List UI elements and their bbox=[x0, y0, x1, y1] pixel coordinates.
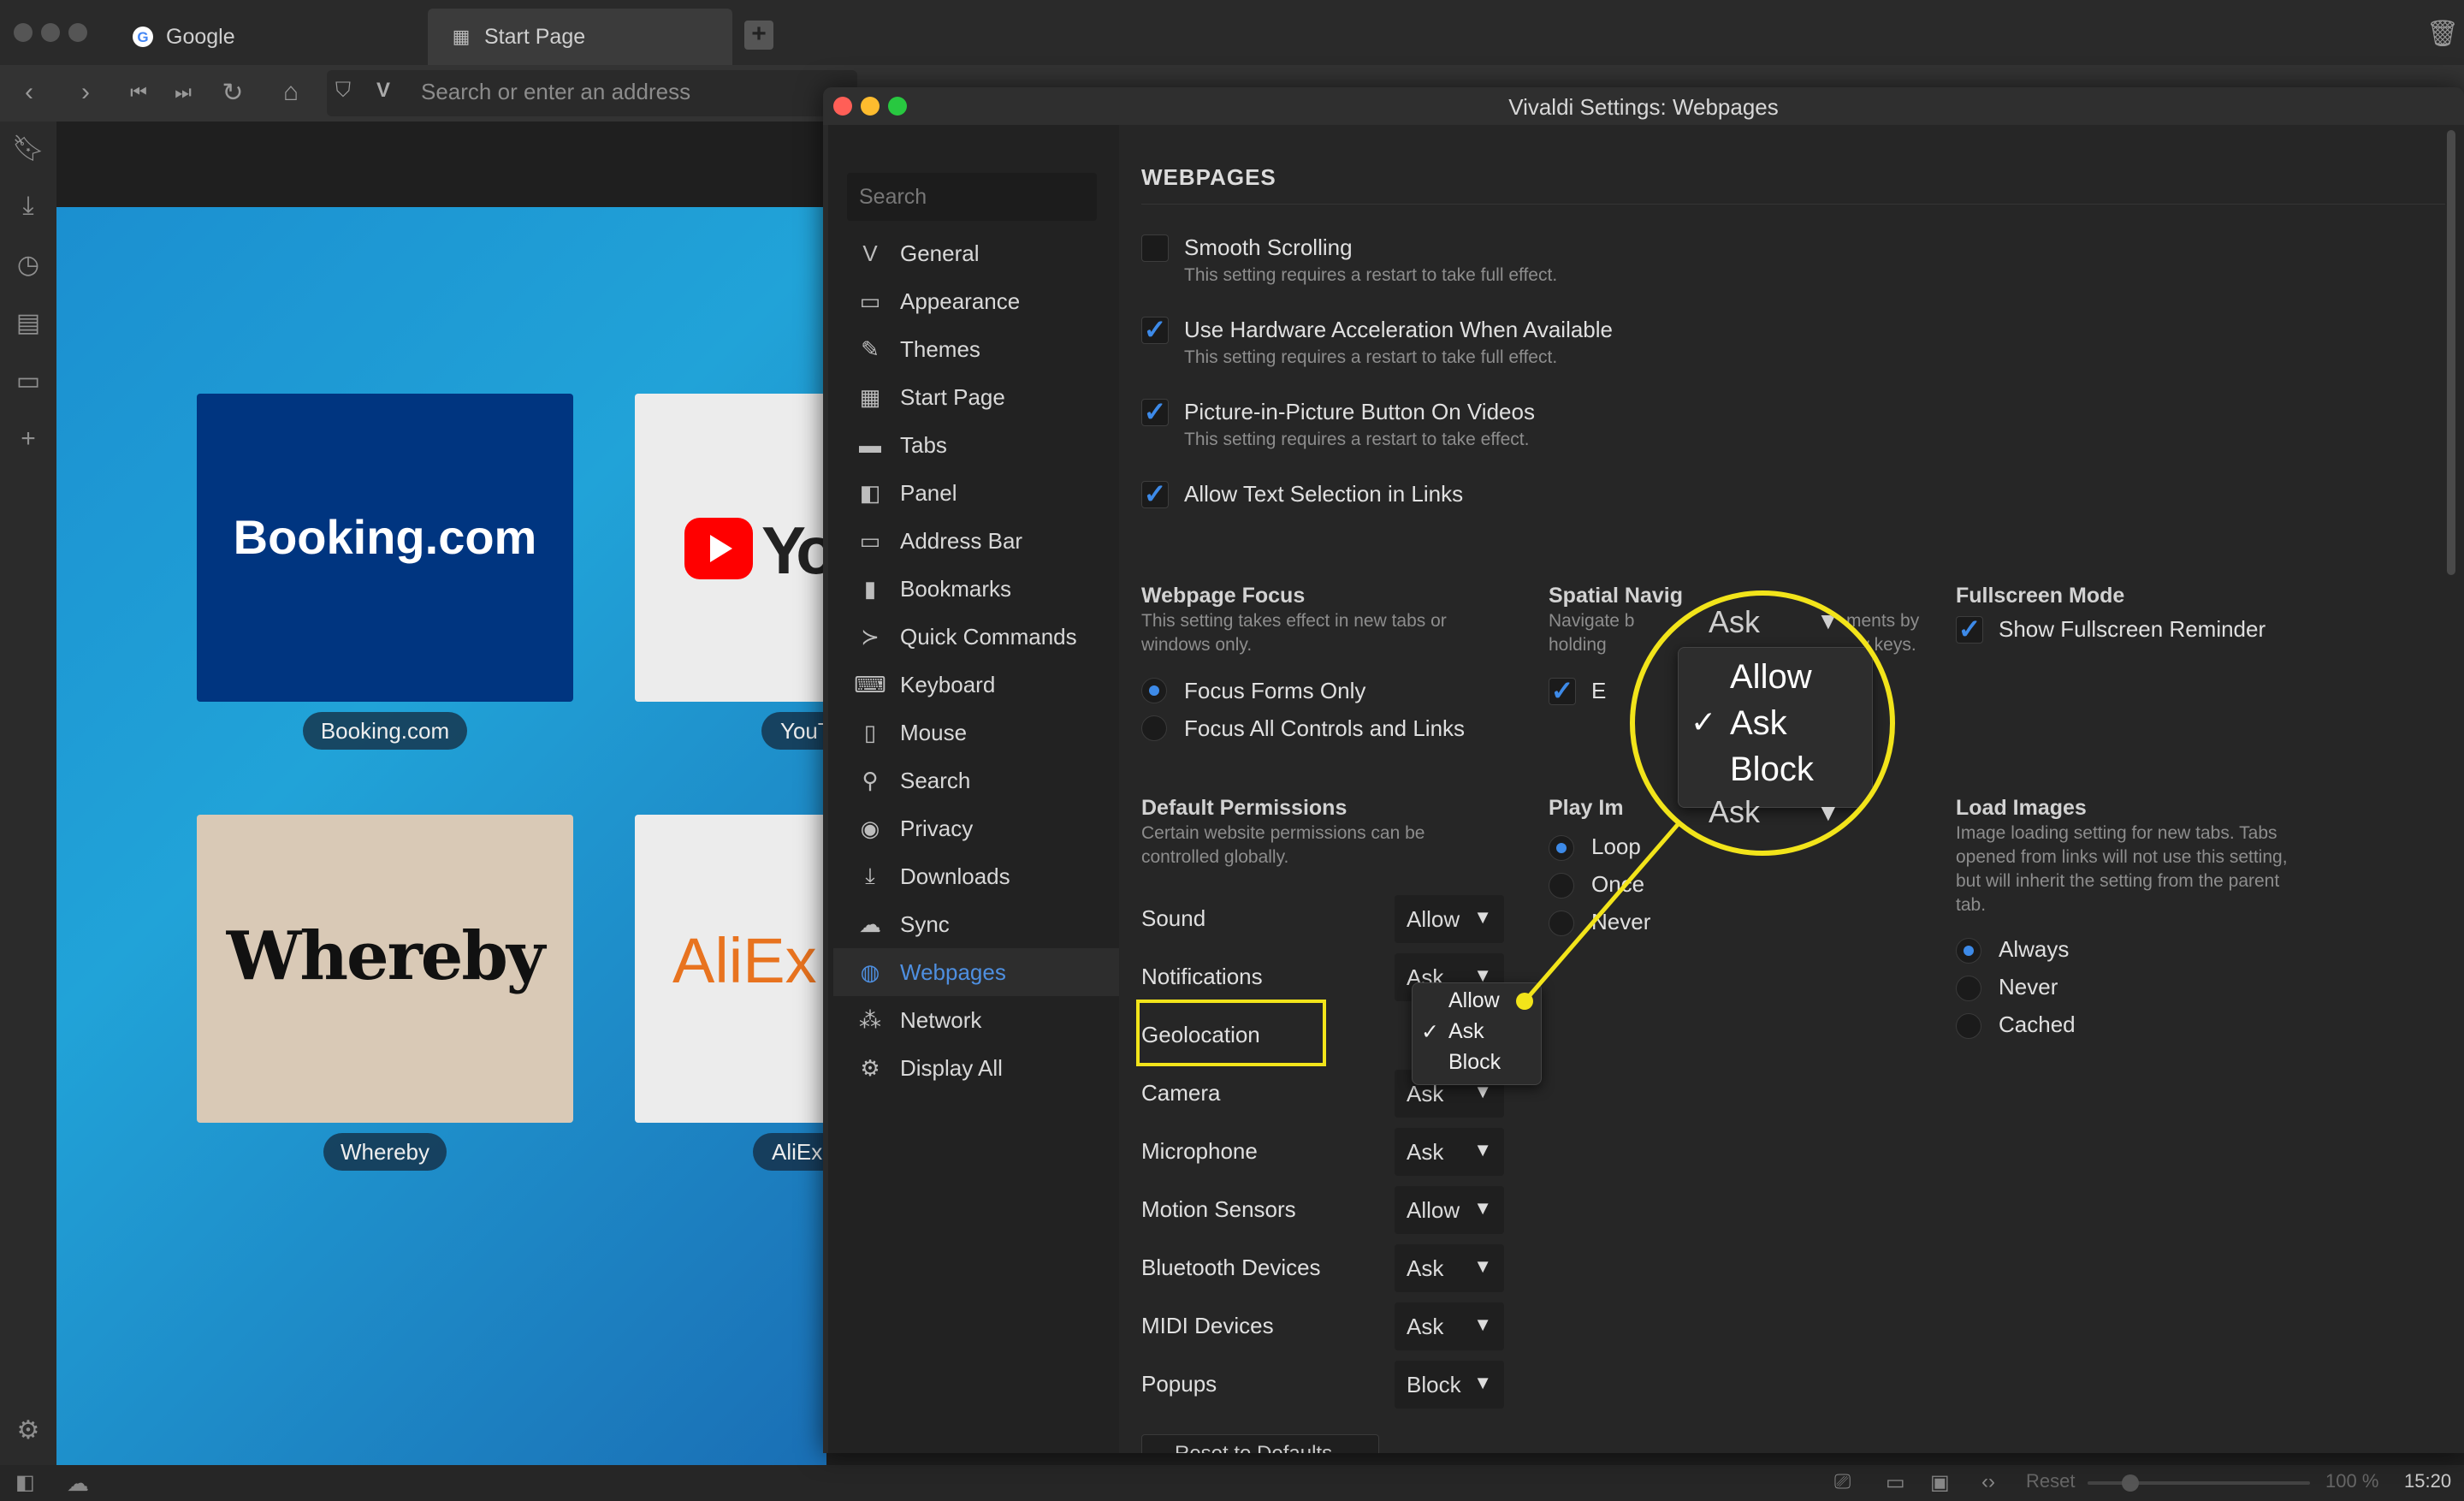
magnifier-callout: Ask ▼ Allow ✓ Ask Block Ask ▼ bbox=[1630, 590, 1895, 856]
magnified-item-ask: Ask bbox=[1730, 704, 1787, 742]
magnified-item-allow: Allow bbox=[1730, 658, 1812, 696]
callout-line bbox=[1516, 794, 1704, 1010]
magnified-select-value: Ask bbox=[1709, 604, 1761, 639]
chevron-down-icon: ▼ bbox=[1816, 608, 1840, 634]
chevron-down-icon: ▼ bbox=[1816, 799, 1840, 826]
check-icon: ✓ bbox=[1691, 704, 1717, 739]
magnified-select-value: Ask bbox=[1709, 794, 1761, 829]
magnified-dropdown-menu: Allow ✓ Ask Block bbox=[1678, 647, 1873, 808]
magnified-item-block: Block bbox=[1730, 750, 1814, 788]
